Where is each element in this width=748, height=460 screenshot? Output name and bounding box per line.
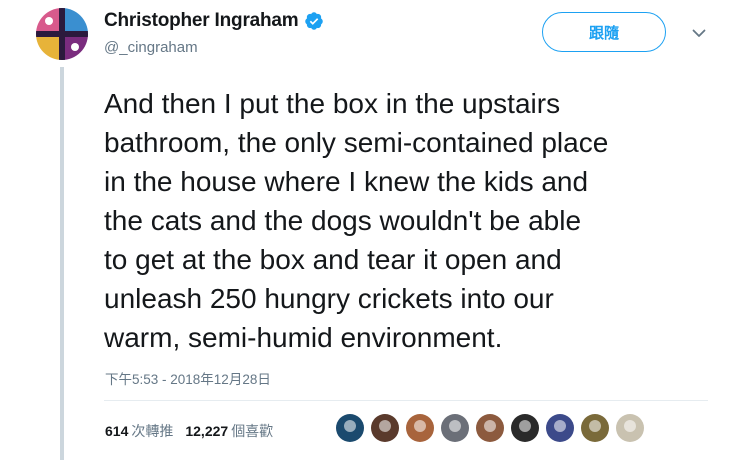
verified-badge-icon xyxy=(305,12,324,30)
tweet-text-line: the cats and the dogs wouldn't be able xyxy=(104,205,582,236)
liker-avatar[interactable] xyxy=(476,414,504,442)
tweet-text-line: warm, semi-humid environment. xyxy=(104,322,503,353)
liker-avatar[interactable] xyxy=(336,414,364,442)
liker-avatar[interactable] xyxy=(581,414,609,442)
like-label[interactable]: 個喜歡 xyxy=(231,421,273,441)
retweet-count[interactable]: 614 xyxy=(105,423,128,439)
tweet-text-line: unleash 250 hungry crickets into our xyxy=(104,283,554,314)
retweet-label[interactable]: 次轉推 xyxy=(131,421,173,441)
liker-avatar[interactable] xyxy=(441,414,469,442)
tweet-text: And then I put the box in the upstairs b… xyxy=(104,84,724,357)
divider xyxy=(104,400,708,401)
tweet-text-line: bathroom, the only semi-contained place xyxy=(104,127,609,158)
liker-avatar[interactable] xyxy=(371,414,399,442)
tweet-timestamp[interactable]: 下午5:53 - 2018年12月28日 xyxy=(105,368,271,388)
liker-avatar[interactable] xyxy=(511,414,539,442)
liker-avatar[interactable] xyxy=(406,414,434,442)
like-count[interactable]: 12,227 xyxy=(185,423,228,439)
liker-avatars xyxy=(336,414,651,442)
follow-button[interactable]: 跟隨 xyxy=(542,12,666,52)
tweet-text-line: And then I put the box in the upstairs xyxy=(104,88,561,119)
author-display-name[interactable]: Christopher Ingraham xyxy=(104,10,299,32)
chevron-down-icon[interactable] xyxy=(690,24,708,42)
author-avatar[interactable] xyxy=(36,8,88,60)
tweet-text-line: in the house where I knew the kids and xyxy=(104,166,589,197)
tweet-stats: 614 次轉推 12,227 個喜歡 xyxy=(105,421,273,441)
author-handle[interactable]: @_cingraham xyxy=(104,39,198,56)
liker-avatar[interactable] xyxy=(616,414,644,442)
thread-line xyxy=(60,67,64,460)
tweet-text-line: to get at the box and tear it open and xyxy=(104,244,562,275)
author-name-row: Christopher Ingraham xyxy=(104,10,324,32)
liker-avatar[interactable] xyxy=(546,414,574,442)
